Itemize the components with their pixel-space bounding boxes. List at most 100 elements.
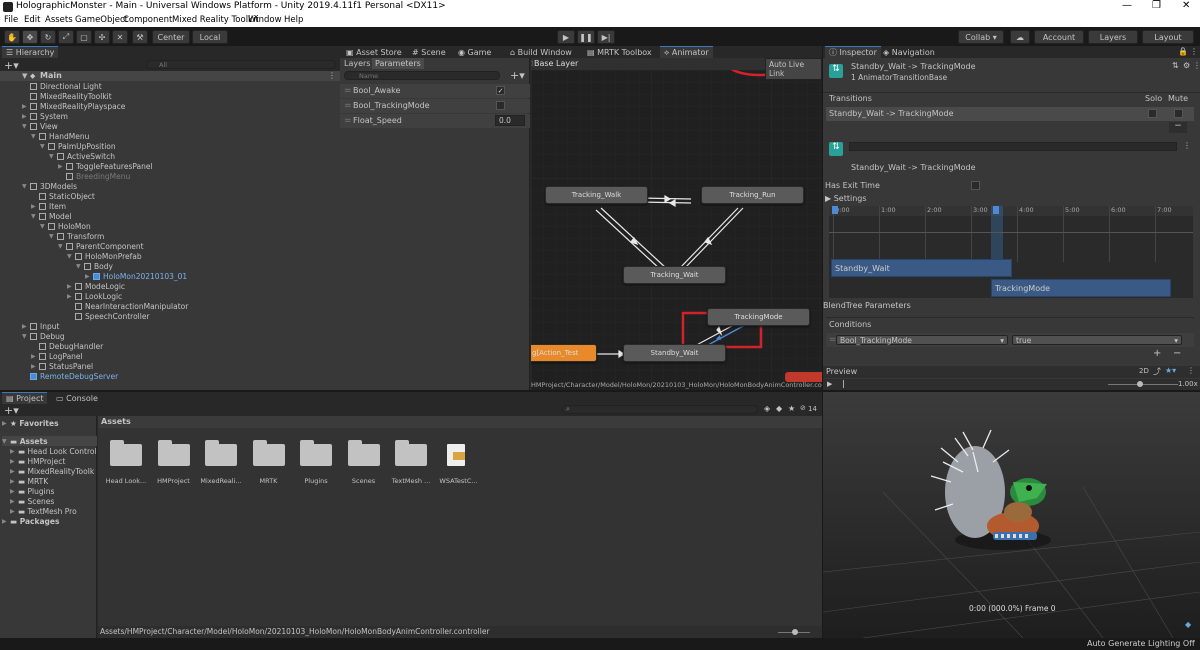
foldout-arrow-icon[interactable]: ▼ xyxy=(31,133,39,140)
rect-tool-icon[interactable]: ▢ xyxy=(76,30,92,44)
remove-condition-button[interactable]: − xyxy=(1173,348,1181,359)
foldout-arrow-icon[interactable]: ▼ xyxy=(22,333,30,340)
param-row[interactable]: = Bool_Awake ✓ xyxy=(340,84,530,98)
tab-asset-store[interactable]: ▣ Asset Store xyxy=(342,46,406,58)
project-folder-row[interactable]: ▶ ▬ Head Look Control xyxy=(10,446,97,456)
hierarchy-item[interactable]: ▼ PalmUpPosition xyxy=(40,141,116,151)
condition-param-dropdown[interactable]: Bool_TrackingMode ▾ xyxy=(836,335,1008,345)
preview-menu-icon[interactable]: ⋮ xyxy=(1187,366,1195,375)
hierarchy-item[interactable]: BreedingMenu xyxy=(58,171,130,181)
timeline-start-marker-icon[interactable] xyxy=(832,206,838,214)
foldout-arrow-icon[interactable]: ▶ xyxy=(22,323,30,330)
pivot-center-toggle[interactable]: Center xyxy=(152,30,190,44)
transition-list-row[interactable]: Standby_Wait -> TrackingMode xyxy=(826,107,1194,121)
hierarchy-item[interactable]: Directional Light xyxy=(22,81,102,91)
foldout-arrow-icon[interactable]: ▶ xyxy=(31,363,39,370)
account-dropdown[interactable]: Account xyxy=(1034,30,1084,44)
tab-mrtk-toolbox[interactable]: ▤ MRTK Toolbox xyxy=(583,46,656,58)
foldout-arrow-icon[interactable]: ▼ xyxy=(22,183,30,190)
param-bool-checkbox[interactable] xyxy=(496,101,505,110)
editor-tool-icon[interactable]: ⚒ xyxy=(132,30,148,44)
foldout-arrow-icon[interactable]: ▶ xyxy=(67,283,75,290)
settings-slider-icon[interactable]: ⇅ xyxy=(1172,61,1179,70)
solo-checkbox[interactable] xyxy=(1148,109,1157,118)
param-bool-checkbox[interactable]: ✓ xyxy=(496,86,505,95)
transition-timeline[interactable]: 0:00 1:00 2:00 3:00 4:00 5:00 6:00 7:00 Standby… xyxy=(829,206,1193,298)
hierarchy-item[interactable]: ▼ ParentComponent xyxy=(58,241,144,251)
breadcrumb-base-layer[interactable]: Base Layer xyxy=(534,59,578,68)
hierarchy-item[interactable]: ▶ HoloMon20210103_01 xyxy=(85,271,187,281)
hierarchy-item[interactable]: ▶ Input xyxy=(22,321,59,331)
hierarchy-item[interactable]: RemoteDebugServer xyxy=(22,371,118,381)
tab-inspector[interactable]: ⓘ Inspector xyxy=(825,46,881,58)
preview-viewport[interactable]: 0:00 (000.0%) Frame 0 ◆ xyxy=(823,392,1200,638)
pivot-icon[interactable]: ⤴ xyxy=(1153,366,1161,377)
step-button-icon[interactable]: ▶| xyxy=(597,30,615,44)
add-condition-button[interactable]: + xyxy=(1153,348,1161,359)
tab-parameters[interactable]: Parameters xyxy=(372,58,424,69)
tab-scene[interactable]: # Scene xyxy=(408,46,450,58)
component-menu-icon[interactable]: ⋮ xyxy=(1193,61,1200,70)
foldout-arrow-icon[interactable]: ▼ xyxy=(22,123,30,130)
state-tracking-walk[interactable]: Tracking_Walk xyxy=(545,186,648,204)
project-search-input[interactable]: ⌕ xyxy=(562,405,758,414)
foldout-arrow-icon[interactable]: ▶ xyxy=(22,113,30,120)
transition-overlap[interactable] xyxy=(991,206,1003,266)
hierarchy-item[interactable]: ▶ Item xyxy=(31,201,66,211)
drag-handle-icon[interactable]: = xyxy=(344,101,352,111)
mode-2d-toggle[interactable]: 2D xyxy=(1139,367,1149,375)
assets-root-row[interactable]: ▼ ▬ Assets xyxy=(2,436,97,446)
icon-size-slider-thumb[interactable] xyxy=(792,629,798,635)
foldout-arrow-icon[interactable]: ▼ xyxy=(49,153,57,160)
state-tracking-run[interactable]: Tracking_Run xyxy=(701,186,804,204)
foldout-arrow-icon[interactable]: ▶ xyxy=(85,273,93,280)
foldout-arrow-icon[interactable]: ▼ xyxy=(40,223,48,230)
foldout-arrow-icon[interactable]: ▼ xyxy=(40,143,48,150)
scene-row[interactable]: ▼ ◆ Main ⋮ xyxy=(0,71,340,81)
menu-gameobject[interactable]: GameObject xyxy=(75,15,128,25)
menu-file[interactable]: File xyxy=(4,15,18,25)
menu-mrtk[interactable]: Mixed Reality Toolkit xyxy=(172,15,259,25)
component-menu-icon[interactable]: ⋮ xyxy=(1183,141,1191,150)
animator-graph[interactable]: ◁ Base Layer Auto Live Link Tracking_Wal… xyxy=(531,58,822,390)
hierarchy-item[interactable]: ▶ StatusPanel xyxy=(31,361,93,371)
asset-item-folder[interactable]: TextMesh ... xyxy=(392,440,435,490)
asset-item-folder[interactable]: Head Look... xyxy=(106,440,150,490)
layers-dropdown[interactable]: Layers xyxy=(1088,30,1138,44)
preview-play-icon[interactable]: ▶ xyxy=(827,380,832,388)
hierarchy-item[interactable]: ▼ Debug xyxy=(22,331,65,341)
hand-tool-icon[interactable]: ✋ xyxy=(4,30,20,44)
condition-value-dropdown[interactable]: true ▾ xyxy=(1012,335,1182,345)
packages-row[interactable]: ▶ ▬ Packages xyxy=(2,516,59,526)
menu-window[interactable]: Window xyxy=(248,15,282,25)
hierarchy-item[interactable]: ▶ LogPanel xyxy=(31,351,83,361)
has-exit-checkbox[interactable] xyxy=(971,181,980,190)
transform-tool-icon[interactable]: ✣ xyxy=(94,30,110,44)
favorite-icon[interactable]: ★ xyxy=(788,404,795,413)
asset-item-folder[interactable]: Plugins xyxy=(300,440,340,490)
cloud-icon[interactable]: ☁ xyxy=(1010,30,1030,44)
hierarchy-item[interactable]: ▶ ModeLogic xyxy=(67,281,125,291)
tab-animator[interactable]: ⟡ Animator xyxy=(660,46,713,58)
hierarchy-item[interactable]: ▼ HandMenu xyxy=(31,131,89,141)
hierarchy-item[interactable]: ▼ Body xyxy=(76,261,113,271)
remove-transition-button[interactable]: − xyxy=(1169,122,1187,133)
tab-build-window[interactable]: ⌂ Build Window xyxy=(506,46,576,58)
foldout-arrow-icon[interactable]: ▶ xyxy=(22,103,30,110)
timeline-bar-source[interactable]: Standby_Wait xyxy=(831,259,1012,277)
close-button[interactable]: ✕ xyxy=(1182,0,1190,11)
foldout-arrow-icon[interactable]: ▶ xyxy=(67,293,75,300)
hierarchy-item[interactable]: MixedRealityToolkit xyxy=(22,91,112,101)
auto-live-link-toggle[interactable]: Auto Live Link xyxy=(765,58,822,80)
asset-item-folder[interactable]: HMProject xyxy=(157,440,198,490)
hierarchy-item[interactable]: NearInteractionManipulator xyxy=(67,301,188,311)
param-float-field[interactable]: 0.0 xyxy=(495,115,525,126)
maximize-button[interactable]: ❐ xyxy=(1152,0,1161,11)
timeline-end-marker-icon[interactable] xyxy=(993,206,999,214)
state-tracking-mode[interactable]: TrackingMode xyxy=(707,308,810,326)
hierarchy-item[interactable]: ▶ System xyxy=(22,111,68,121)
hierarchy-item[interactable]: ▼ View xyxy=(22,121,58,131)
state-action-test[interactable]: g[Action_Test xyxy=(531,344,597,362)
hierarchy-item[interactable]: ▶ ToggleFeaturesPanel xyxy=(58,161,153,171)
state-standby-wait[interactable]: Standby_Wait xyxy=(623,344,726,362)
